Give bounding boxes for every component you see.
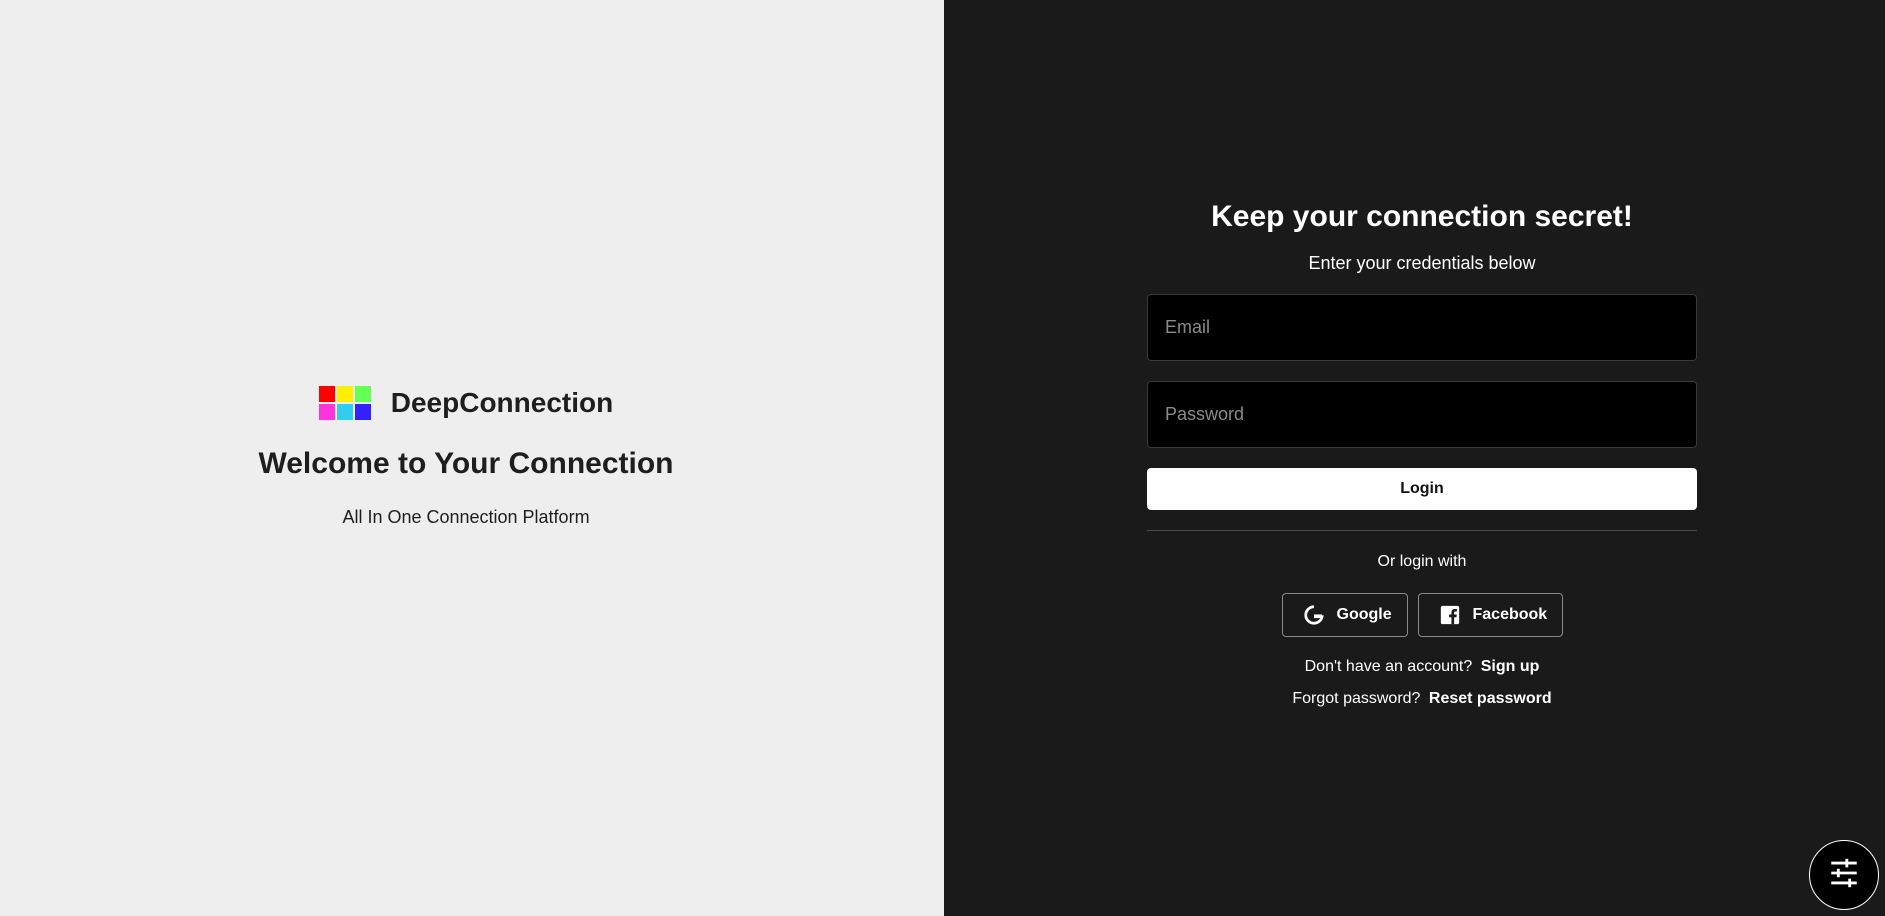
tagline: All In One Connection Platform <box>342 507 590 527</box>
social-login-row: Google Facebook <box>1147 593 1697 637</box>
settings-button[interactable] <box>1809 840 1879 910</box>
google-icon <box>1303 604 1325 626</box>
google-login-label: Google <box>1336 606 1392 623</box>
login-button[interactable]: Login <box>1147 468 1697 510</box>
signup-prompt: Don't have an account? <box>1304 658 1473 675</box>
logo-square-red <box>318 386 335 402</box>
logo-square-blue <box>354 404 371 420</box>
or-login-with-label: Or login with <box>1377 553 1467 570</box>
divider <box>1147 530 1697 531</box>
email-field[interactable] <box>1147 294 1697 361</box>
welcome-heading: Welcome to Your Connection <box>258 447 674 480</box>
sliders-icon <box>1827 856 1861 895</box>
branding-panel: DeepConnection Welcome to Your Connectio… <box>0 0 944 916</box>
password-field[interactable] <box>1147 381 1697 448</box>
brand-name: DeepConnection <box>390 387 614 418</box>
logo-square-magenta <box>318 404 335 420</box>
facebook-login-button[interactable]: Facebook <box>1417 593 1563 637</box>
facebook-icon <box>1439 604 1461 626</box>
logo-square-cyan <box>336 404 353 420</box>
reset-row: Forgot password? Reset password <box>1147 688 1697 710</box>
brand: DeepConnection <box>0 386 932 420</box>
facebook-login-label: Facebook <box>1472 606 1548 623</box>
signup-link[interactable]: Sign up <box>1481 658 1540 675</box>
reset-password-link[interactable]: Reset password <box>1429 690 1552 707</box>
forgot-password-prompt: Forgot password? <box>1292 690 1421 707</box>
google-login-button[interactable]: Google <box>1281 593 1408 637</box>
login-form: Keep your connection secret! Enter your … <box>1147 195 1697 710</box>
logo-square-green <box>354 386 371 402</box>
logo-icon <box>318 386 371 420</box>
login-subline: Enter your credentials below <box>1308 253 1536 273</box>
login-headline: Keep your connection secret! <box>1211 200 1633 233</box>
signup-row: Don't have an account? Sign up <box>1147 656 1697 678</box>
logo-square-yellow <box>336 386 353 402</box>
login-panel: Keep your connection secret! Enter your … <box>944 0 1885 916</box>
